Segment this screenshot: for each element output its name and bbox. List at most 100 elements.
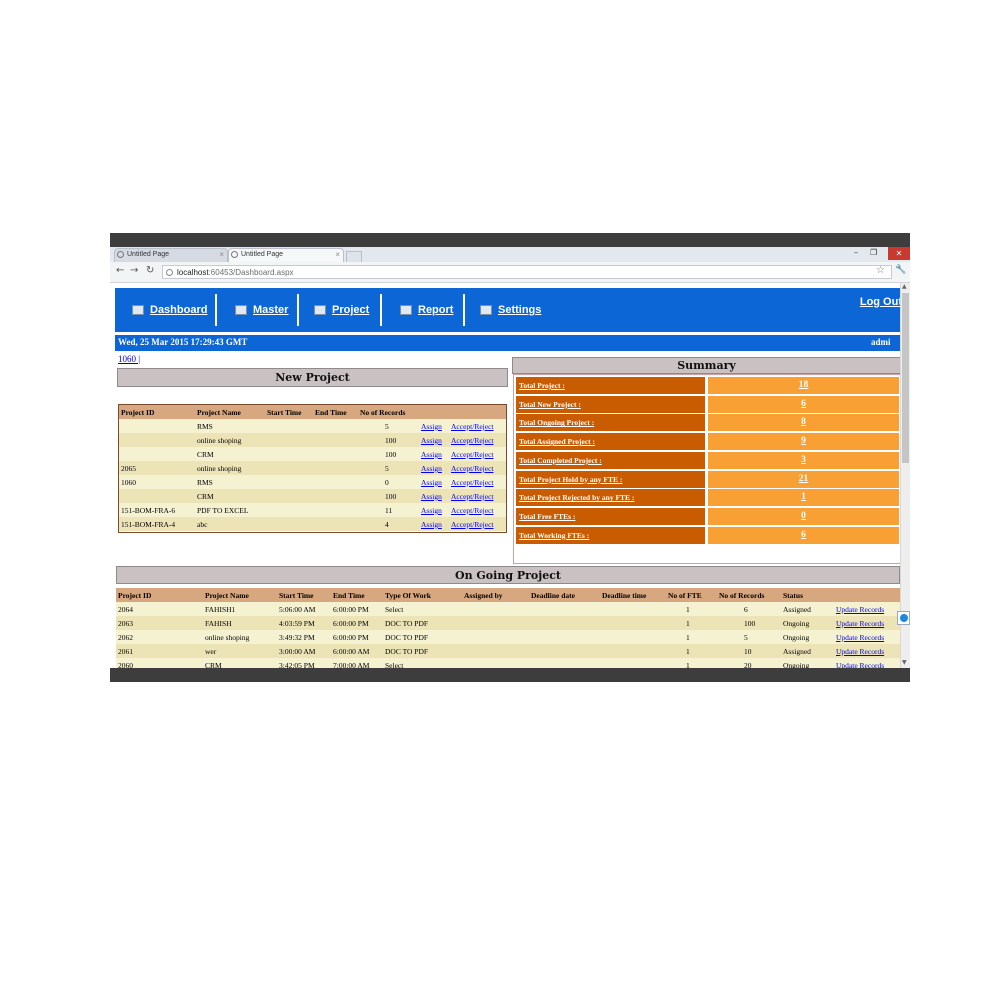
- summary-value[interactable]: 3: [708, 451, 899, 469]
- project-name: online shoping: [197, 436, 242, 445]
- column-header: No of Records: [360, 408, 406, 417]
- bottom-border: [110, 668, 910, 682]
- scroll-down-icon[interactable]: ▼: [902, 659, 907, 666]
- project-name: online shoping: [205, 633, 250, 642]
- summary-value[interactable]: 8: [708, 414, 899, 432]
- scrollbar-thumb[interactable]: [902, 293, 909, 463]
- summary-row: Total Ongoing Project :8: [516, 414, 899, 432]
- accept-reject-link[interactable]: Accept/Reject: [451, 478, 493, 487]
- assign-link[interactable]: Assign: [421, 464, 442, 473]
- project-name: CRM: [197, 492, 214, 501]
- summary-row: Total Assigned Project :9: [516, 433, 899, 451]
- fte-count: 1: [686, 605, 690, 614]
- update-records-link[interactable]: Update Records: [836, 605, 884, 614]
- summary-label[interactable]: Total Free FTEs :: [516, 507, 705, 525]
- summary-value[interactable]: 21: [708, 470, 899, 488]
- current-user: admi: [871, 337, 891, 347]
- assign-link[interactable]: Assign: [421, 436, 442, 445]
- summary-row: Total Project :18: [516, 377, 899, 394]
- summary-header: Summary: [512, 357, 901, 374]
- type-of-work: DOC TO PDF: [385, 619, 429, 628]
- page-viewport: Dashboard Master Project Report Settings…: [110, 283, 910, 668]
- bookmark-star-icon[interactable]: ☆: [876, 265, 885, 276]
- summary-value[interactable]: 9: [708, 433, 899, 451]
- window-close-icon[interactable]: ✕: [888, 247, 910, 260]
- table-row: 2063 FAHISH 4:03:59 PM 6:00:00 PM DOC TO PDF…: [116, 616, 900, 630]
- summary-value[interactable]: 18: [708, 377, 899, 394]
- project-id: 151-BOM-FRA-6: [121, 506, 176, 515]
- close-tab-icon[interactable]: ×: [335, 249, 340, 261]
- assign-link[interactable]: Assign: [421, 520, 442, 529]
- report-icon: [400, 305, 412, 316]
- wrench-icon[interactable]: 🔧: [895, 265, 906, 275]
- end-time: 6:00:00 AM: [333, 647, 370, 656]
- project-link[interactable]: 1060 |: [118, 354, 140, 364]
- accept-reject-link[interactable]: Accept/Reject: [451, 464, 493, 473]
- close-tab-icon[interactable]: ×: [219, 249, 224, 261]
- accept-reject-link[interactable]: Accept/Reject: [451, 506, 493, 515]
- accept-reject-link[interactable]: Accept/Reject: [451, 492, 493, 501]
- summary-label[interactable]: Total Project Rejected by any FTE :: [516, 489, 705, 507]
- table-row: 2064 FAHISH1 5:06:00 AM 6:00:00 PM Select 1 6 A…: [116, 602, 900, 616]
- project-name: FAHISH: [205, 619, 232, 628]
- accept-reject-link[interactable]: Accept/Reject: [451, 450, 493, 459]
- summary-value[interactable]: 6: [708, 526, 899, 544]
- assign-link[interactable]: Assign: [421, 506, 442, 515]
- logout-link[interactable]: Log Out: [860, 296, 902, 308]
- minimize-icon[interactable]: –: [854, 248, 858, 257]
- settings-icon: [480, 305, 492, 316]
- nav-project[interactable]: Project: [314, 288, 369, 332]
- summary-value[interactable]: 0: [708, 507, 899, 525]
- project-name: abc: [197, 520, 208, 529]
- update-records-link[interactable]: Update Records: [836, 661, 884, 668]
- start-time: 3:42:05 PM: [279, 661, 315, 668]
- address-bar[interactable]: localhost:60453/Dashboard.aspx: [162, 265, 892, 279]
- update-records-link[interactable]: Update Records: [836, 647, 884, 656]
- status-text: Assigned: [783, 605, 811, 614]
- records-count: 4: [385, 520, 389, 529]
- assign-link[interactable]: Assign: [421, 450, 442, 459]
- summary-label[interactable]: Total Project :: [516, 377, 705, 394]
- skype-icon[interactable]: [897, 611, 910, 625]
- nav-master[interactable]: Master: [235, 288, 288, 332]
- summary-row: Total Project Hold by any FTE :21: [516, 470, 899, 488]
- current-datetime: Wed, 25 Mar 2015 17:29:43 GMT: [118, 337, 248, 347]
- accept-reject-link[interactable]: Accept/Reject: [451, 436, 493, 445]
- restore-icon[interactable]: ❐: [870, 248, 877, 257]
- column-header: End Time: [333, 591, 365, 600]
- summary-label[interactable]: Total New Project :: [516, 395, 705, 413]
- accept-reject-link[interactable]: Accept/Reject: [451, 422, 493, 431]
- summary-label[interactable]: Total Completed Project :: [516, 451, 705, 469]
- assign-link[interactable]: Assign: [421, 478, 442, 487]
- update-records-link[interactable]: Update Records: [836, 633, 884, 642]
- summary-label[interactable]: Total Ongoing Project :: [516, 414, 705, 432]
- records-count: 5: [385, 422, 389, 431]
- summary-label[interactable]: Total Project Hold by any FTE :: [516, 470, 705, 488]
- accept-reject-link[interactable]: Accept/Reject: [451, 520, 493, 529]
- browser-tab-active[interactable]: Untitled Page ×: [228, 248, 344, 262]
- nav-settings[interactable]: Settings: [480, 288, 541, 332]
- reload-icon[interactable]: ↻: [146, 265, 154, 276]
- project-name: CRM: [205, 661, 222, 668]
- column-header: Type Of Work: [385, 591, 431, 600]
- nav-dashboard[interactable]: Dashboard: [132, 288, 207, 332]
- forward-icon[interactable]: →: [130, 265, 138, 276]
- assign-link[interactable]: Assign: [421, 422, 442, 431]
- page-icon: [117, 251, 124, 258]
- back-icon[interactable]: ←: [116, 265, 124, 276]
- summary-value[interactable]: 1: [708, 489, 899, 507]
- summary-value[interactable]: 6: [708, 395, 899, 413]
- summary-label[interactable]: Total Working FTEs :: [516, 526, 705, 544]
- update-records-link[interactable]: Update Records: [836, 619, 884, 628]
- records-count: 10: [744, 647, 752, 656]
- assign-link[interactable]: Assign: [421, 492, 442, 501]
- column-header: Project Name: [197, 408, 241, 417]
- scroll-up-icon[interactable]: ▲: [902, 283, 907, 290]
- nav-report[interactable]: Report: [400, 288, 453, 332]
- summary-label[interactable]: Total Assigned Project :: [516, 433, 705, 451]
- fte-count: 1: [686, 633, 690, 642]
- browser-tab[interactable]: Untitled Page ×: [114, 248, 228, 262]
- url-path: :60453/Dashboard.aspx: [208, 268, 294, 277]
- project-name: RMS: [197, 422, 213, 431]
- records-count: 100: [744, 619, 756, 628]
